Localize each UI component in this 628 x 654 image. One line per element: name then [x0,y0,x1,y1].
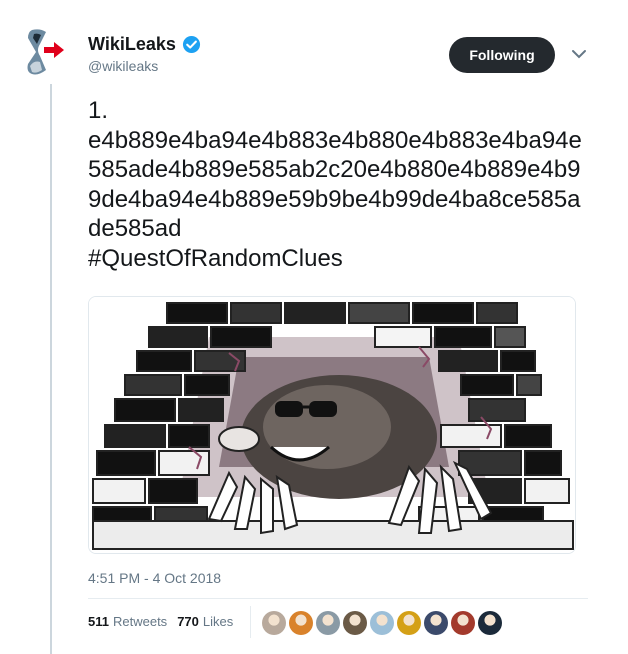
retweets-label: Retweets [112,614,168,629]
liker-avatar-9[interactable] [478,611,502,635]
tweet-text: 1. e4b889e4ba94e4b883e4b880e4b883e4ba94e… [88,96,588,273]
verified-badge-icon [182,35,200,54]
following-button[interactable]: Following [449,37,555,73]
liker-avatar-4[interactable] [343,611,367,635]
liker-avatar-7[interactable] [424,611,448,635]
liker-avatar-1[interactable] [262,611,286,635]
likes-stat[interactable]: 770 Likes [177,614,233,629]
thread-line [50,84,52,654]
hashtag-link[interactable]: #QuestOfRandomClues [88,245,343,272]
display-name[interactable]: WikiLeaks [88,34,176,55]
liker-avatars [262,611,505,635]
stats-separator [250,606,251,638]
likes-label: Likes [202,614,234,629]
liker-avatar-5[interactable] [370,611,394,635]
handle[interactable]: @wikileaks [88,58,158,74]
liker-avatar-6[interactable] [397,611,421,635]
likes-count: 770 [177,614,199,629]
tweet-image[interactable] [88,296,576,554]
stats-divider [88,598,588,599]
liker-avatar-8[interactable] [451,611,475,635]
retweets-count: 511 [88,614,109,629]
wikileaks-logo-icon [27,29,64,75]
liker-avatar-3[interactable] [316,611,340,635]
liker-avatar-2[interactable] [289,611,313,635]
tweet-timestamp[interactable]: 4:51 PM - 4 Oct 2018 [88,570,221,586]
chevron-down-icon[interactable] [571,48,587,60]
retweets-stat[interactable]: 511 Retweets [88,614,167,629]
avatar[interactable] [24,26,76,80]
author-row: WikiLeaks [88,34,201,55]
engagement-stats: 511 Retweets 770 Likes [88,614,243,629]
mole-brick-wall-illustration [89,297,575,553]
tweet-body: 1. e4b889e4ba94e4b883e4b880e4b883e4ba94e… [88,97,582,242]
